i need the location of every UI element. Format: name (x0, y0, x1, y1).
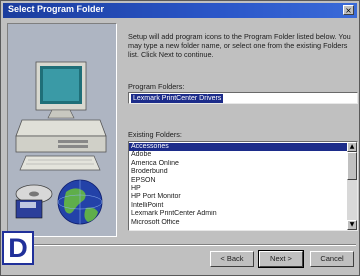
program-folder-label: Program Folders: (128, 82, 185, 91)
cancel-button[interactable]: Cancel (310, 251, 354, 267)
setup-dialog: Select Program Folder × Setup will add p… (0, 0, 360, 276)
scroll-down-arrow-icon[interactable]: ▼ (347, 220, 357, 230)
list-item[interactable]: EPSON (129, 177, 348, 185)
panel-letter-badge: D (2, 231, 34, 265)
button-separator (6, 244, 356, 246)
instructions-text: Setup will add program icons to the Prog… (128, 32, 351, 59)
list-item[interactable]: Microsoft Office (129, 219, 348, 227)
existing-folders-label: Existing Folders: (128, 130, 182, 139)
list-item[interactable]: Lexmark PrintCenter Admin (129, 210, 348, 218)
back-button[interactable]: < Back (210, 251, 254, 267)
computer-with-globe-illustration (8, 24, 116, 236)
program-folder-value: Lexmark PrintCenter Drivers (131, 94, 224, 103)
list-item[interactable]: America Online (129, 160, 348, 168)
list-item[interactable]: Adobe (129, 151, 348, 159)
scroll-up-arrow-icon[interactable]: ▲ (347, 142, 357, 152)
wizard-illustration (7, 23, 117, 237)
title-bar[interactable]: Select Program Folder × (3, 3, 357, 18)
list-item[interactable]: IntelliPoint (129, 202, 348, 210)
scroll-thumb[interactable] (347, 152, 357, 180)
list-item[interactable]: Accessories (129, 143, 348, 152)
list-scrollbar[interactable]: ▲ ▼ (347, 142, 357, 230)
dialog-title: Select Program Folder (8, 4, 105, 14)
program-folder-input[interactable]: Lexmark PrintCenter Drivers (128, 92, 358, 104)
list-item[interactable]: HP Port Monitor (129, 193, 348, 201)
existing-folders-list[interactable]: Accessories Adobe America Online Broderb… (128, 141, 358, 231)
next-button[interactable]: Next > (258, 250, 304, 268)
list-item[interactable]: Broderbund (129, 168, 348, 176)
close-icon[interactable]: × (343, 5, 354, 15)
list-item[interactable]: HP (129, 185, 348, 193)
